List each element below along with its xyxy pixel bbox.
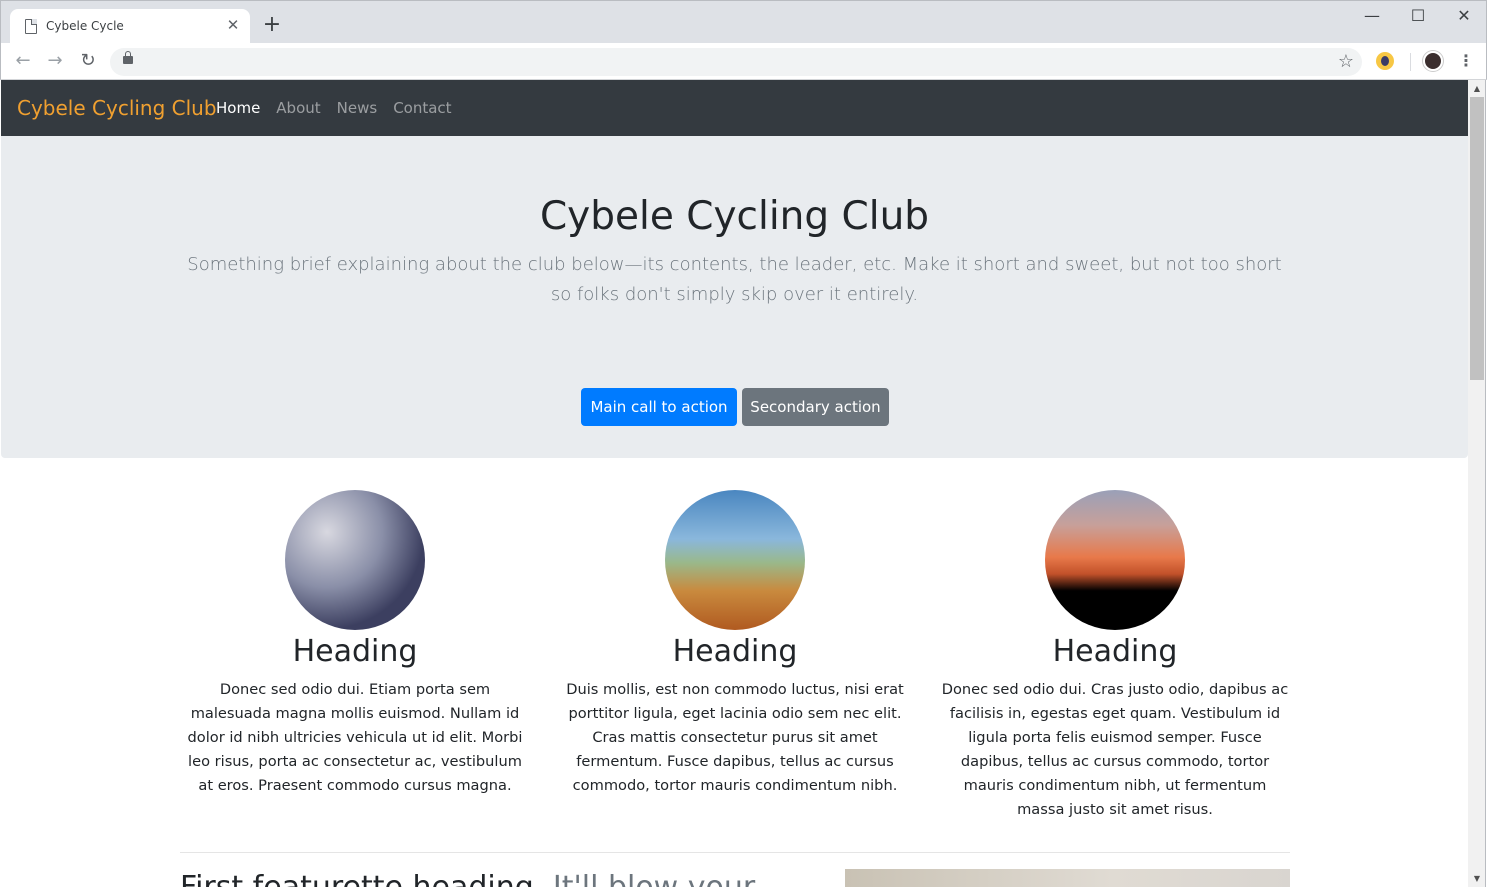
- bikes-sunset-photo: [1045, 490, 1185, 630]
- nav-link-about[interactable]: About: [276, 99, 320, 117]
- new-tab-button[interactable]: +: [261, 14, 283, 36]
- column-heading: Heading: [1052, 634, 1178, 669]
- secondary-action-button[interactable]: Secondary action: [742, 388, 889, 426]
- column-text: Donec sed odio dui. Etiam porta sem male…: [187, 681, 523, 794]
- hero-title: Cybele Cycling Club: [539, 194, 930, 239]
- page-scrollbar[interactable]: ▲ ▼: [1468, 80, 1486, 887]
- reload-button[interactable]: ↻: [76, 49, 100, 73]
- featurette-image: [845, 869, 1290, 887]
- nav-link-home[interactable]: Home: [216, 99, 260, 117]
- column-heading: Heading: [292, 634, 418, 669]
- featurette-heading-text: First featurette heading.: [180, 870, 543, 887]
- site-navbar: Cybele Cycling Club Home About News Cont…: [1, 80, 1468, 136]
- forward-button[interactable]: →: [43, 49, 67, 73]
- browser-toolbar: ← → ↻ ☆ ⋮: [0, 43, 1487, 80]
- toolbar-divider: [1410, 53, 1411, 71]
- tab-title: Cybele Cycle: [46, 19, 124, 33]
- featurette-divider: [180, 852, 1290, 853]
- page-icon: [25, 19, 37, 34]
- feature-column-2: Heading Duis mollis, est non commodo luc…: [560, 490, 910, 798]
- extension-icon[interactable]: [1376, 52, 1394, 70]
- column-heading: Heading: [672, 634, 798, 669]
- profile-avatar[interactable]: [1423, 51, 1443, 71]
- nav-link-contact[interactable]: Contact: [393, 99, 451, 117]
- browser-tab[interactable]: Cybele Cycle ✕: [10, 9, 250, 44]
- main-call-to-action-button[interactable]: Main call to action: [581, 388, 737, 426]
- scroll-down-icon[interactable]: ▼: [1468, 870, 1486, 887]
- browser-menu-button[interactable]: ⋮: [1456, 49, 1476, 73]
- scrollbar-thumb[interactable]: [1470, 97, 1484, 380]
- featurette-heading-muted: It'll blow your: [553, 870, 755, 887]
- browser-tab-strip: Cybele Cycle ✕ + — ☐ ✕: [0, 0, 1487, 44]
- hero-lead: Something brief explaining about the clu…: [187, 254, 1282, 305]
- feature-column-3: Heading Donec sed odio dui. Cras justo o…: [940, 490, 1290, 822]
- column-text: Duis mollis, est non commodo luctus, nis…: [566, 681, 904, 794]
- mountain-trail-photo: [665, 490, 805, 630]
- bookmark-star-icon[interactable]: ☆: [1338, 50, 1354, 74]
- hero-jumbotron: Cybele Cycling Club Something brief expl…: [1, 136, 1468, 458]
- cyclists-racing-photo: [285, 490, 425, 630]
- page-viewport: Cybele Cycling Club Home About News Cont…: [1, 80, 1468, 887]
- featurette-heading: First featurette heading. It'll blow you…: [180, 870, 755, 887]
- minimize-button[interactable]: —: [1349, 5, 1395, 27]
- maximize-button[interactable]: ☐: [1395, 5, 1441, 27]
- lock-icon[interactable]: [123, 51, 133, 64]
- nav-link-news[interactable]: News: [337, 99, 378, 117]
- feature-column-1: Heading Donec sed odio dui. Etiam porta …: [180, 490, 530, 798]
- scroll-up-icon[interactable]: ▲: [1468, 80, 1486, 97]
- column-text: Donec sed odio dui. Cras justo odio, dap…: [941, 681, 1289, 818]
- tab-close-icon[interactable]: ✕: [225, 17, 241, 33]
- address-bar[interactable]: ☆: [110, 48, 1362, 76]
- nav-links: Home About News Contact: [216, 99, 468, 117]
- back-button[interactable]: ←: [11, 49, 35, 73]
- close-window-button[interactable]: ✕: [1441, 5, 1487, 27]
- navbar-brand[interactable]: Cybele Cycling Club: [17, 96, 217, 120]
